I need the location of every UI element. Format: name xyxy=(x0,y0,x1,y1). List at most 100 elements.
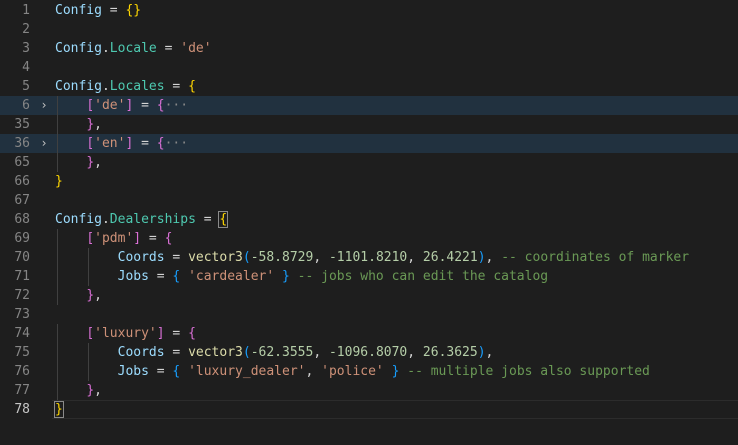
code-token: = xyxy=(164,250,189,265)
code-token: , xyxy=(94,117,102,132)
code-token: 'luxury' xyxy=(94,326,157,341)
code-token: . xyxy=(101,41,110,56)
code-token: , xyxy=(407,250,423,265)
code-token: vector3 xyxy=(188,250,243,265)
line-number: 74 xyxy=(14,326,30,341)
line-number: 69 xyxy=(14,231,30,246)
line-number: 71 xyxy=(14,269,30,284)
code-token: Config xyxy=(55,41,102,56)
code-token: -- coordinates of marker xyxy=(501,250,690,265)
line-number: 76 xyxy=(14,364,30,379)
code-token: ( xyxy=(242,250,251,265)
code-text: ['pdm'] = { xyxy=(55,229,172,248)
code-token: 'pdm' xyxy=(94,231,134,246)
line-number: 75 xyxy=(14,345,30,360)
code-text: Config = {} xyxy=(55,1,141,20)
code-line[interactable]: 1 Config = {} xyxy=(0,1,738,20)
code-token: . xyxy=(101,212,110,227)
code-line[interactable]: 69 ['pdm'] = { xyxy=(0,229,738,248)
code-line[interactable]: 78} xyxy=(0,400,738,419)
code-text: Jobs = { 'cardealer' } -- jobs who can e… xyxy=(55,267,548,286)
code-editor[interactable]: 1 Config = {} 2 3 Config.Locale = 'de' 4 5 Conf… xyxy=(0,0,738,445)
code-token: [ xyxy=(86,136,95,151)
code-line[interactable]: 70 Coords = vector3(-58.8729, -1101.8210… xyxy=(0,248,738,267)
code-line[interactable]: 67 xyxy=(0,191,738,210)
code-token: = xyxy=(133,98,157,113)
code-line[interactable]: 72 }, xyxy=(0,286,738,305)
code-line[interactable]: 3 Config.Locale = 'de' xyxy=(0,39,738,58)
code-token: { xyxy=(188,326,196,341)
code-text: ['luxury'] = { xyxy=(55,324,196,343)
code-line[interactable]: 35 }, xyxy=(0,115,738,134)
code-line[interactable]: 6 › ['de'] = {··· xyxy=(0,96,738,115)
code-line[interactable]: 68 Config.Dealerships = { xyxy=(0,210,738,229)
code-token: = xyxy=(141,231,165,246)
code-line[interactable]: 66} xyxy=(0,172,738,191)
indent-guide xyxy=(57,248,58,267)
code-line[interactable]: 5 Config.Locales = { xyxy=(0,77,738,96)
code-line[interactable]: 71 Jobs = { 'cardealer' } -- jobs who ca… xyxy=(0,267,738,286)
code-lines[interactable]: 1 Config = {} 2 3 Config.Locale = 'de' 4 5 Conf… xyxy=(0,0,738,419)
code-token: 'de' xyxy=(94,98,126,113)
indent-guide xyxy=(57,229,58,248)
code-token: { xyxy=(218,211,229,228)
chevron-right-icon[interactable]: › xyxy=(37,134,51,153)
code-token: { xyxy=(156,136,165,151)
code-line[interactable]: 4 xyxy=(0,58,738,77)
code-text: } xyxy=(54,400,64,419)
code-line[interactable]: 65 }, xyxy=(0,153,738,172)
code-line[interactable]: 76 Jobs = { 'luxury_dealer', 'police' } … xyxy=(0,362,738,381)
code-text: }, xyxy=(55,153,102,172)
code-token: = xyxy=(101,3,126,18)
code-token: ) xyxy=(477,250,486,265)
code-text: }, xyxy=(55,115,102,134)
code-token: Locale xyxy=(109,41,157,56)
indent-guide xyxy=(57,115,58,134)
chevron-right-icon[interactable]: › xyxy=(37,96,51,115)
line-number: 65 xyxy=(14,155,30,170)
code-text: ['de'] = {··· xyxy=(55,96,188,115)
line-number: 4 xyxy=(22,60,30,75)
line-number: 66 xyxy=(14,174,30,189)
indent-guide xyxy=(88,343,90,362)
code-token: ] xyxy=(156,326,165,341)
code-token: } xyxy=(86,117,95,132)
code-line[interactable]: 36 › ['en'] = {··· xyxy=(0,134,738,153)
code-token: , xyxy=(485,250,502,265)
line-number: 35 xyxy=(14,117,30,132)
code-token: Config xyxy=(55,79,102,94)
code-line[interactable]: 77 }, xyxy=(0,381,738,400)
code-token: 'luxury_dealer' xyxy=(188,364,306,379)
code-line[interactable]: 74 ['luxury'] = { xyxy=(0,324,738,343)
code-token: = xyxy=(148,269,173,284)
code-token: vector3 xyxy=(188,345,243,360)
code-line[interactable]: 73 xyxy=(0,305,738,324)
code-token: = xyxy=(195,212,220,227)
code-token: = xyxy=(156,41,181,56)
line-number: 1 xyxy=(22,3,30,18)
code-text: Config.Locales = { xyxy=(55,77,196,96)
code-text: Config.Locale = 'de' xyxy=(55,39,212,58)
code-line[interactable]: 2 xyxy=(0,20,738,39)
indent-guide xyxy=(57,96,58,115)
code-token: -1096.8070 xyxy=(328,345,408,360)
code-line[interactable]: 75 Coords = vector3(-62.3555, -1096.8070… xyxy=(0,343,738,362)
code-token: , xyxy=(305,364,322,379)
code-text: Coords = vector3(-62.3555, -1096.8070, 2… xyxy=(55,343,494,362)
line-number: 5 xyxy=(22,79,30,94)
indent-guide xyxy=(88,267,90,286)
indent-guide xyxy=(57,134,58,153)
code-token: = xyxy=(148,364,173,379)
code-token: ··· xyxy=(164,136,189,151)
code-token: 'en' xyxy=(94,136,126,151)
line-number: 3 xyxy=(22,41,30,56)
indent-guide xyxy=(57,324,58,343)
